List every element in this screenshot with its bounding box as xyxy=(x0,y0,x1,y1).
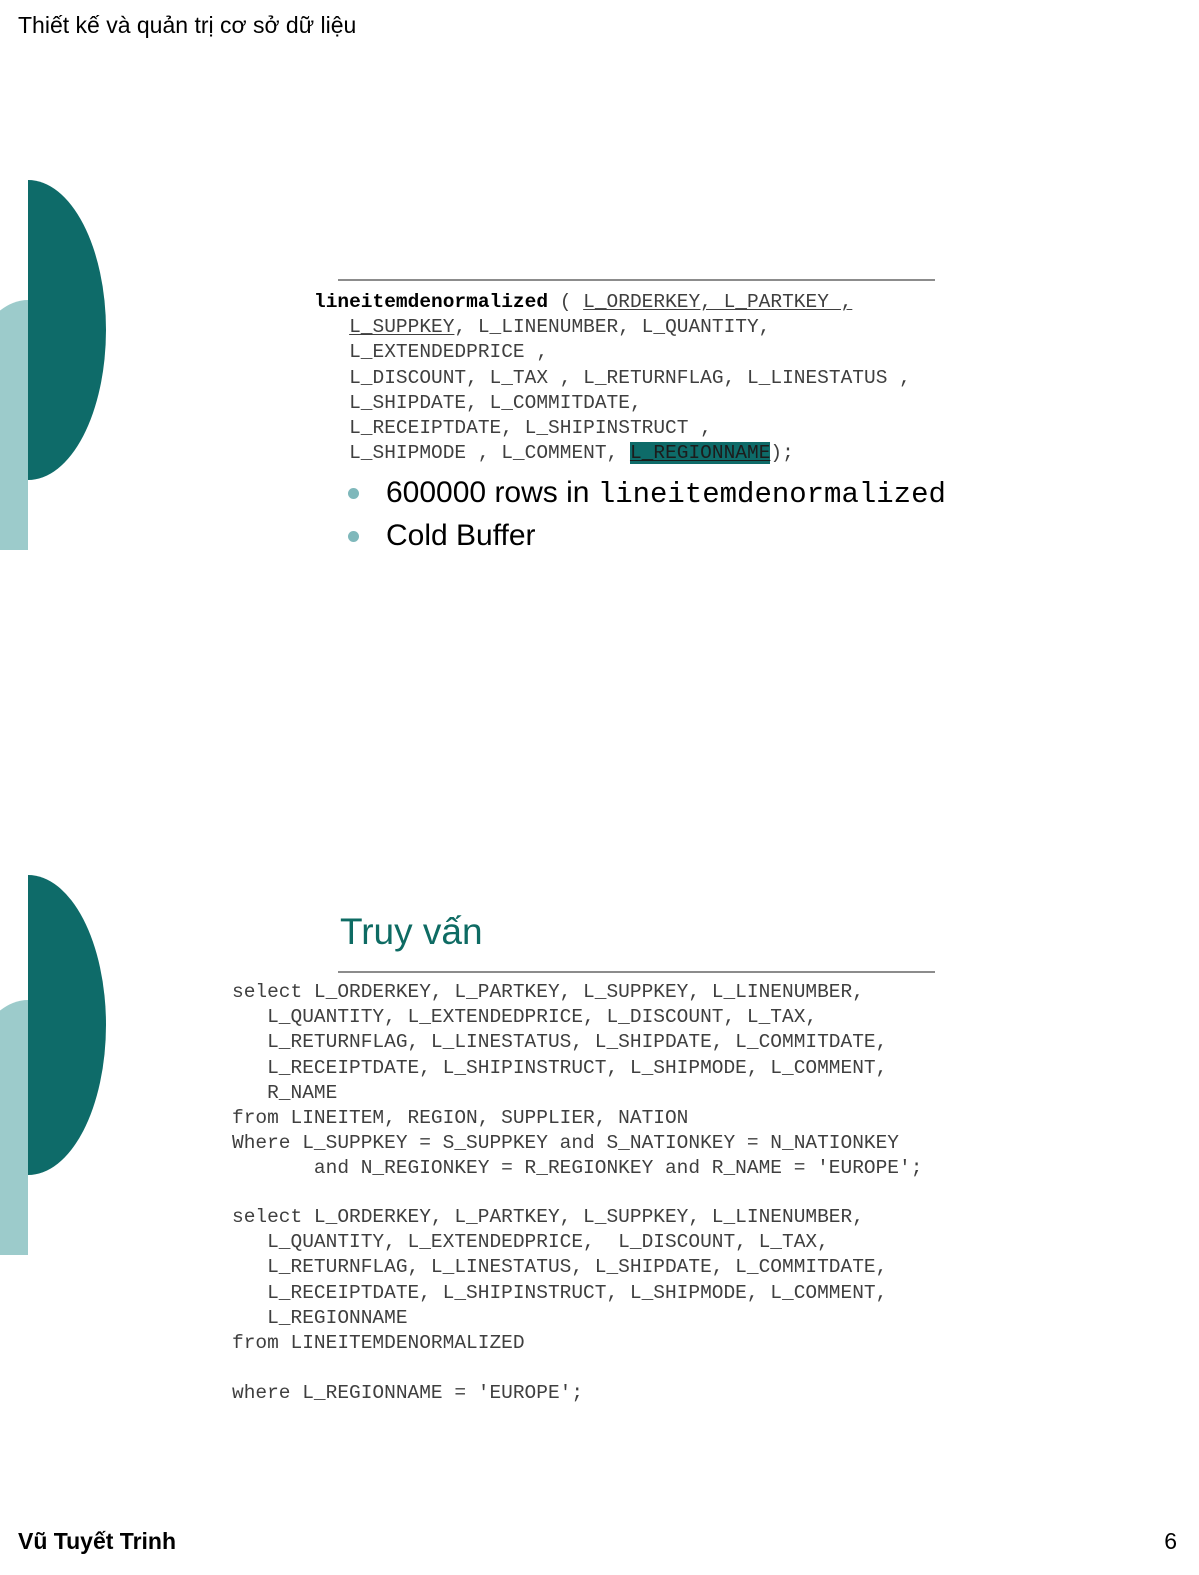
list-item: Cold Buffer xyxy=(348,515,946,558)
query1-line: R_NAME xyxy=(232,1081,338,1104)
query1-line: select L_ORDERKEY, L_PARTKEY, L_SUPPKEY,… xyxy=(232,981,864,1003)
query2-line: select L_ORDERKEY, L_PARTKEY, L_SUPPKEY,… xyxy=(232,1206,864,1228)
query-2-code-block: select L_ORDERKEY, L_PARTKEY, L_SUPPKEY,… xyxy=(232,1205,887,1407)
schema-line7-prefix: L_SHIPMODE , L_COMMENT, xyxy=(349,442,630,465)
bullet-text: 600000 rows in lineitemdenormalized xyxy=(386,475,946,513)
bullet-dot-icon xyxy=(348,531,359,542)
teal-half-circles-svg xyxy=(0,875,106,1255)
decorative-teal-shape-slide1 xyxy=(0,150,180,550)
dark-teal-half-circle xyxy=(28,180,106,480)
query2-line: L_REGIONNAME xyxy=(232,1306,408,1329)
teal-half-circles-svg xyxy=(0,180,106,550)
query2-line: from LINEITEMDENORMALIZED xyxy=(232,1332,525,1355)
query1-line: L_RETURNFLAG, L_LINESTATUS, L_SHIPDATE, … xyxy=(232,1031,888,1054)
query2-line: where L_REGIONNAME = 'EUROPE'; xyxy=(232,1382,584,1405)
schema-line4: L_DISCOUNT, L_TAX , L_RETURNFLAG, L_LINE… xyxy=(349,366,911,389)
query1-line: L_QUANTITY, L_EXTENDEDPRICE, L_DISCOUNT,… xyxy=(232,1006,818,1029)
title-divider-rule xyxy=(338,971,935,973)
dark-teal-half-circle xyxy=(28,875,106,1175)
decorative-teal-shape-slide2 xyxy=(0,855,180,1255)
bullet-text-plain: Cold Buffer xyxy=(386,518,536,552)
light-teal-half-circle xyxy=(0,300,28,550)
light-teal-half-circle xyxy=(0,1000,28,1255)
query1-line: Where L_SUPPKEY = S_SUPPKEY and S_NATION… xyxy=(232,1132,900,1155)
schema-highlighted-column: L_REGIONNAME xyxy=(629,442,771,465)
schema-divider-rule xyxy=(338,279,935,281)
page-title: Truy vấn xyxy=(340,911,483,952)
slide-schema: lineitemdenormalized ( L_ORDERKEY, L_PAR… xyxy=(0,150,1199,570)
slide1-bullet-list: 600000 rows in lineitemdenormalized Cold… xyxy=(348,472,946,558)
footer-page-number: 6 xyxy=(1164,1528,1177,1554)
schema-line3: L_EXTENDEDPRICE , xyxy=(349,341,549,364)
schema-line5: L_SHIPDATE, L_COMMITDATE, xyxy=(349,391,642,414)
schema-line7-suffix: ); xyxy=(770,442,794,465)
footer-author: Vũ Tuyết Trinh xyxy=(18,1528,177,1554)
bullet-text-plain: 600000 rows in xyxy=(386,475,598,509)
schema-code-block: lineitemdenormalized ( L_ORDERKEY, L_PAR… xyxy=(314,290,911,466)
schema-primary-key-columns: L_ORDERKEY, L_PARTKEY , xyxy=(583,291,853,313)
query2-line: L_RECEIPTDATE, L_SHIPINSTRUCT, L_SHIPMOD… xyxy=(232,1281,888,1304)
query-1-code-block: select L_ORDERKEY, L_PARTKEY, L_SUPPKEY,… xyxy=(232,980,922,1182)
schema-line6: L_RECEIPTDATE, L_SHIPINSTRUCT , xyxy=(349,417,712,440)
list-item: 600000 rows in lineitemdenormalized xyxy=(348,472,946,515)
bullet-text: Cold Buffer xyxy=(386,518,536,556)
bullet-text-mono: lineitemdenormalized xyxy=(597,477,946,511)
page-header-title: Thiết kế và quản trị cơ sở dữ liệu xyxy=(18,12,357,38)
slide-queries: Truy vấn select L_ORDERKEY, L_PARTKEY, L… xyxy=(0,855,1199,1415)
schema-line2-rest: , L_LINENUMBER, L_QUANTITY, xyxy=(454,316,771,339)
query1-line: L_RECEIPTDATE, L_SHIPINSTRUCT, L_SHIPMOD… xyxy=(232,1056,888,1079)
bullet-dot-icon xyxy=(348,488,359,499)
schema-line2-underlined: L_SUPPKEY xyxy=(349,316,455,339)
query1-line: and N_REGIONKEY = R_REGIONKEY and R_NAME… xyxy=(232,1157,923,1180)
query2-line: L_QUANTITY, L_EXTENDEDPRICE, L_DISCOUNT,… xyxy=(232,1231,829,1254)
query2-line: L_RETURNFLAG, L_LINESTATUS, L_SHIPDATE, … xyxy=(232,1256,888,1279)
schema-open-paren: ( xyxy=(548,291,584,313)
schema-table-name: lineitemdenormalized xyxy=(314,291,549,313)
query1-line: from LINEITEM, REGION, SUPPLIER, NATION xyxy=(232,1107,689,1130)
